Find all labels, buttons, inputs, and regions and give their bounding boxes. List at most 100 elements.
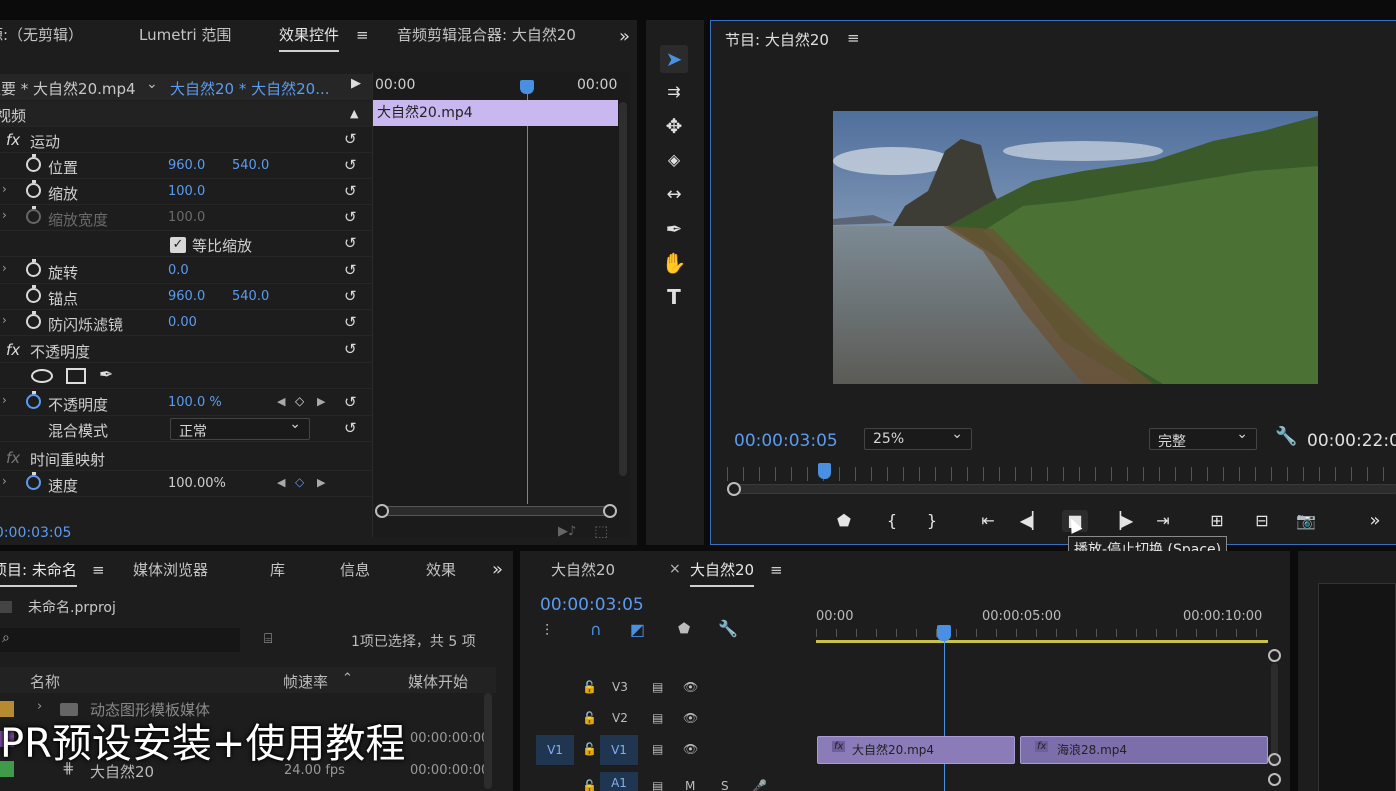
timeline-timecode[interactable]: 00:00:03:05 [540,595,644,615]
overwrite-icon[interactable]: ⊟ [1249,510,1275,532]
reset-icon[interactable]: ↺ [344,130,357,148]
eye-icon[interactable]: 👁 [683,711,698,725]
more-controls-icon[interactable]: » [1362,510,1388,532]
pen-tool-icon[interactable]: ✒ [660,215,688,243]
blend-mode-select[interactable]: 正常 [170,416,310,440]
reset-icon[interactable]: ↺ [344,234,357,252]
timeline-menu-icon[interactable]: ≡ [770,561,783,579]
tab-sequence-1[interactable]: 大自然20 [551,555,615,585]
expand-chevron-icon[interactable]: › [2,393,7,407]
effect-motion[interactable]: fx 运动 ↺ [0,127,372,153]
work-area-bar[interactable] [816,640,1268,643]
zoom-scrollbar[interactable] [729,484,1396,494]
settings-wrench-icon[interactable]: 🔧 [718,619,738,638]
param-speed[interactable]: › 速度 100.00% ◀ ◇ ▶ [0,471,372,497]
more-tabs-icon[interactable]: » [619,26,630,47]
add-keyframe-icon[interactable]: ◇ [295,475,304,489]
param-rotation[interactable]: › 旋转 0.0 ↺ [0,258,372,284]
type-tool-icon[interactable]: T [660,283,688,311]
stopwatch-icon[interactable] [26,154,41,172]
mini-timeline[interactable]: 00:00 00:00 大自然20.mp4 ▶♪ ⬚ [372,72,630,540]
timeline-scroll-handle-bottom[interactable] [1268,753,1281,766]
playback-resolution-select[interactable]: 完整 [1149,426,1257,450]
reset-icon[interactable]: ↺ [344,287,357,305]
ripple-edit-tool-icon[interactable]: ✥ [660,112,688,140]
prev-keyframe-icon[interactable]: ◀ [277,395,285,408]
next-keyframe-icon[interactable]: ▶ [317,476,325,489]
go-to-out-icon[interactable]: ⇥ [1150,510,1176,532]
reset-icon[interactable]: ↺ [344,182,357,200]
export-frame-icon[interactable]: 📷 [1293,510,1319,532]
timeline-clip[interactable]: fx 海浪28.mp4 [1020,736,1268,764]
param-anchor[interactable]: 锚点 960.0 540.0 ↺ [0,284,372,310]
selection-tool-icon[interactable]: ➤ [660,45,688,73]
scale-value[interactable]: 100.0 [168,184,205,199]
pen-mask-icon[interactable]: ✒ [99,365,113,385]
effect-time-remap[interactable]: fx 时间重映射 [0,445,372,471]
effect-opacity[interactable]: fx 不透明度 ↺ [0,337,372,363]
lock-icon[interactable]: 🔓 [582,779,597,791]
param-blend-mode[interactable]: 混合模式 正常 ↺ [0,416,372,442]
column-fps[interactable]: 帧速率 [283,671,328,692]
timeline-clip[interactable]: fx 大自然20.mp4 [817,736,1015,764]
timeline-scroll-handle-top[interactable] [1268,649,1281,662]
expand-chevron-icon[interactable]: › [2,474,7,488]
timeline-ruler[interactable]: 00:00 00:00:05:00 00:00:10:00 [816,607,1268,643]
position-x-value[interactable]: 960.0 [168,158,205,173]
tab-project[interactable]: 项目: 未命名 [0,555,77,587]
param-scale[interactable]: › 缩放 100.0 ↺ [0,179,372,205]
mini-playhead-handle[interactable] [520,80,534,94]
add-marker-icon[interactable]: ⬟ [678,621,690,637]
reset-icon[interactable]: ↺ [344,261,357,279]
slip-tool-icon[interactable]: ↔ [660,181,688,209]
sequence-clip-label[interactable]: 大自然20 * 大自然20... [170,78,335,99]
stopwatch-icon[interactable] [26,180,41,198]
param-anti-flicker[interactable]: › 防闪烁滤镜 0.00 ↺ [0,310,372,336]
panel-menu-icon[interactable]: ≡ [356,26,369,44]
stopwatch-icon[interactable] [26,311,41,329]
program-playhead[interactable] [817,463,831,479]
reset-icon[interactable]: ↺ [344,208,357,226]
razor-tool-icon[interactable]: ◈ [660,146,688,174]
program-timecode[interactable]: 00:00:03:05 [734,431,838,451]
reset-icon[interactable]: ↺ [344,340,357,358]
anchor-x-value[interactable]: 960.0 [168,289,205,304]
expand-chevron-icon[interactable]: › [2,182,7,196]
new-search-bin-icon[interactable]: ⌸ [264,631,272,647]
zoom-select[interactable]: 25% [864,426,972,450]
lock-icon[interactable]: 🔓 [582,711,597,725]
search-input[interactable]: ⌕ [0,628,240,652]
microphone-icon[interactable]: 🎤 [752,779,767,791]
ellipse-mask-icon[interactable] [31,369,53,383]
mini-scroll-right-handle[interactable] [603,504,617,518]
hand-tool-icon[interactable]: ✋ [660,249,688,277]
tab-libraries[interactable]: 库 [270,555,285,585]
anchor-y-value[interactable]: 540.0 [232,289,269,304]
tab-effect-controls[interactable]: 效果控件 [279,20,340,52]
tab-media-browser[interactable]: 媒体浏览器 [133,555,208,585]
close-icon[interactable]: × [669,561,681,577]
project-vertical-scrollbar[interactable] [484,693,492,789]
filter-icon[interactable]: ⬚ [594,522,608,540]
timeline-playhead-line[interactable] [944,639,945,791]
audio-scroll-handle[interactable] [1268,773,1281,786]
wrench-icon[interactable]: 🔧 [1275,426,1297,447]
prev-keyframe-icon[interactable]: ◀ [277,476,285,489]
play-only-audio-icon[interactable]: ▶ [351,76,361,91]
mini-scroll-left-handle[interactable] [375,504,389,518]
track-target-v1[interactable]: V1 [600,735,638,765]
stopwatch-active-icon[interactable] [26,472,41,490]
mark-in-icon[interactable]: { [879,510,905,532]
tab-effects[interactable]: 效果 [426,555,456,585]
mini-vertical-scrollbar[interactable] [619,102,627,476]
tab-source[interactable]: 源:（无剪辑） [0,20,83,50]
project-menu-icon[interactable]: ≡ [92,561,105,579]
zoom-scroll-handle[interactable] [727,482,741,496]
sync-lock-icon[interactable]: ▤ [652,742,663,756]
stopwatch-icon[interactable] [26,259,41,277]
reset-icon[interactable]: ↺ [344,419,357,437]
param-opacity[interactable]: › 不透明度 100.0 % ◀ ◇ ▶ ↺ [0,390,372,416]
lock-icon[interactable]: 🔓 [582,742,597,756]
mini-playhead[interactable] [527,82,528,504]
track-target-a1[interactable]: A1 [600,772,638,791]
